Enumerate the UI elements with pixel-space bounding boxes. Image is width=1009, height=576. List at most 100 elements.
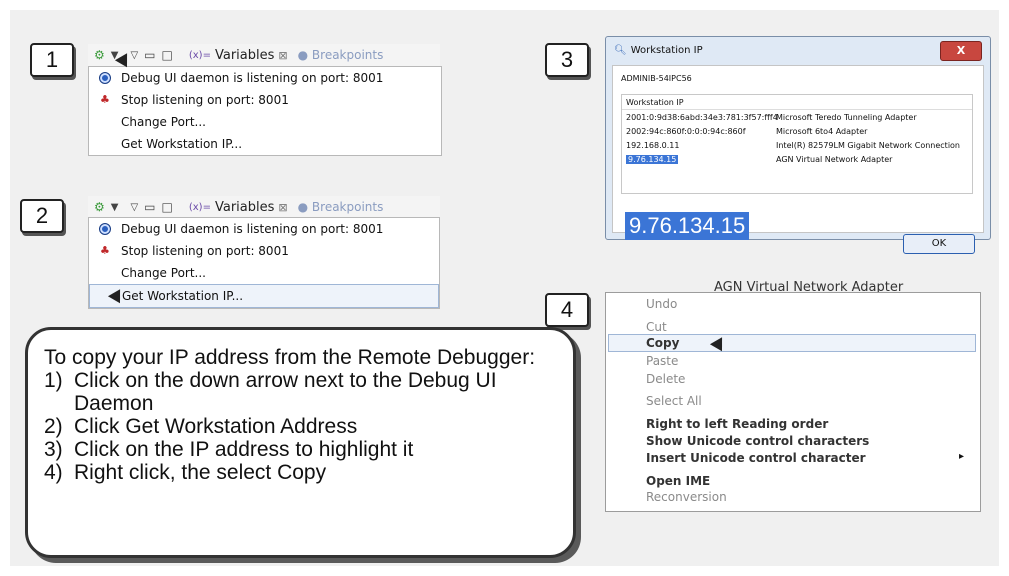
menu-item-change-port[interactable]: Change Port... [89, 262, 439, 284]
adapter-name: Microsoft Teredo Tunneling Adapter [776, 112, 917, 122]
tab-breakpoints-label: Breakpoints [311, 48, 384, 62]
menu-item-rtl-reading-order[interactable]: Right to left Reading order [646, 417, 828, 431]
ip-value: 2002:94c:860f:0:0:0:94c:860f [626, 126, 746, 136]
menu-item-daemon-status[interactable]: Debug UI daemon is listening on port: 80… [89, 67, 441, 89]
menu-item-label: Get Workstation IP... [122, 289, 244, 303]
breakpoints-icon: ● [297, 48, 309, 62]
step-number: 2) [44, 415, 63, 438]
workstation-ip-dialog: 🔍︎ Workstation IP X ADMINIB-54IPC56 Work… [605, 36, 991, 254]
menu-item-change-port[interactable]: Change Port... [89, 111, 441, 133]
menu-item-undo[interactable]: Undo [646, 297, 677, 311]
step-number: 4) [44, 461, 63, 484]
instruction-step: 2) Click Get Workstation Address [44, 415, 564, 438]
dialog-title: Workstation IP [630, 44, 703, 56]
panel1-toolbar: ⚙ ▼ ▽ ▭ □ (x)= Variables ⊠ ● Breakpoints [88, 44, 440, 66]
view-menu-icon[interactable]: ▽ [130, 202, 138, 213]
maximize-icon[interactable]: □ [162, 48, 173, 62]
menu-item-stop-listening[interactable]: ♣ Stop listening on port: 8001 [89, 240, 439, 262]
menu-item-open-ime[interactable]: Open IME [646, 474, 710, 488]
variables-icon: (x)= [188, 201, 211, 213]
instruction-step: 1) Click on the down arrow next to the De… [44, 369, 564, 415]
instructions-intro: To copy your IP address from the Remote … [44, 346, 536, 369]
dialog-titlebar: 🔍︎ Workstation IP [606, 37, 990, 63]
step-4-badge: 4 [545, 293, 589, 327]
dialog-body: ADMINIB-54IPC56 Workstation IP 2001:0:9d… [612, 65, 984, 254]
menu-item-label: Change Port... [121, 115, 206, 129]
adapter-name: AGN Virtual Network Adapter [776, 154, 893, 164]
variables-icon: (x)= [188, 49, 211, 61]
menu-item-delete[interactable]: Delete [646, 372, 685, 386]
menu-item-daemon-status[interactable]: Debug UI daemon is listening on port: 80… [89, 218, 439, 240]
menu-item-copy[interactable]: Copy [646, 336, 679, 350]
tab-breakpoints-label: Breakpoints [311, 200, 384, 214]
step-1-badge: 1 [30, 43, 74, 77]
hostname-label: ADMINIB-54IPC56 [621, 74, 692, 83]
breakpoints-icon: ● [297, 200, 309, 214]
tab-variables[interactable]: (x)= Variables ⊠ [183, 200, 294, 215]
menu-item-paste[interactable]: Paste [646, 354, 678, 368]
ip-table-row-selected[interactable]: 9.76.134.15 AGN Virtual Network Adapter [622, 152, 972, 166]
ip-table: Workstation IP 2001:0:9d38:6abd:34e3:781… [621, 94, 973, 194]
tab-variables[interactable]: (x)= Variables ⊠ [183, 48, 294, 63]
menu-item-label: Debug UI daemon is listening on port: 80… [121, 71, 384, 85]
ip-table-header-label: Workstation IP [626, 97, 684, 107]
close-icon[interactable]: ⊠ [278, 201, 287, 214]
ok-button[interactable]: OK [903, 234, 975, 254]
submenu-arrow-icon: ▸ [958, 451, 964, 462]
connect-icon[interactable]: ⚙ [94, 48, 105, 62]
menu-item-label: Change Port... [121, 266, 206, 280]
adapter-name: Intel(R) 82579LM Gigabit Network Connect… [776, 140, 960, 150]
step-3-badge: 3 [545, 43, 589, 77]
tab-variables-label: Variables [214, 199, 275, 215]
menu-item-reconversion[interactable]: Reconversion [646, 490, 727, 504]
menu-item-label: Debug UI daemon is listening on port: 80… [121, 222, 384, 236]
step-2-badge: 2 [20, 199, 64, 233]
daemon-icon [99, 72, 111, 84]
menu-item-label: Stop listening on port: 8001 [121, 244, 289, 258]
ip-value: 2001:0:9d38:6abd:34e3:781:3f57:fff4 [626, 112, 778, 122]
instructions-callout: To copy your IP address from the Remote … [25, 327, 576, 558]
minimize-icon[interactable]: ▭ [144, 200, 155, 214]
maximize-icon[interactable]: □ [162, 200, 173, 214]
step-text: Click on the down arrow next to the Debu… [74, 369, 497, 415]
step-number: 3) [44, 438, 63, 461]
instruction-step: 3) Click on the IP address to highlight i… [44, 438, 564, 461]
minimize-icon[interactable]: ▭ [144, 48, 155, 62]
step-text: Click on the IP address to highlight it [74, 438, 414, 461]
stop-icon: ♣ [100, 93, 110, 106]
adapter-name: Microsoft 6to4 Adapter [776, 126, 868, 136]
dropdown-arrow-icon[interactable]: ▼ [111, 202, 119, 213]
panel2-dropdown-menu: Debug UI daemon is listening on port: 80… [88, 217, 440, 309]
tab-breakpoints[interactable]: ● Breakpoints [298, 200, 384, 214]
menu-item-show-unicode[interactable]: Show Unicode control characters [646, 434, 869, 448]
ip-value: 192.168.0.11 [626, 140, 680, 150]
instruction-step: 4) Right click, the select Copy [44, 461, 564, 484]
instructions-text: To copy your IP address from the Remote … [44, 346, 564, 484]
menu-item-select-all[interactable]: Select All [646, 394, 702, 408]
search-icon: 🔍︎ [614, 44, 627, 56]
menu-item-stop-listening[interactable]: ♣ Stop listening on port: 8001 [89, 89, 441, 111]
ip-table-row[interactable]: 2001:0:9d38:6abd:34e3:781:3f57:fff4 Micr… [622, 110, 972, 124]
ip-value-selected[interactable]: 9.76.134.15 [626, 154, 679, 164]
ip-table-row[interactable]: 192.168.0.11 Intel(R) 82579LM Gigabit Ne… [622, 138, 972, 152]
zoomed-ip-highlight[interactable]: 9.76.134.15 [625, 212, 750, 240]
tab-breakpoints[interactable]: ● Breakpoints [298, 48, 384, 62]
close-icon[interactable]: ⊠ [278, 49, 287, 62]
menu-item-cut[interactable]: Cut [646, 320, 667, 334]
step-text: Click Get Workstation Address [74, 415, 358, 438]
menu-item-get-workstation-ip[interactable]: Get Workstation IP... [89, 284, 439, 308]
panel1-dropdown-menu: Debug UI daemon is listening on port: 80… [88, 66, 442, 156]
daemon-icon [99, 223, 111, 235]
tab-variables-label: Variables [214, 47, 275, 63]
ip-table-row[interactable]: 2002:94c:860f:0:0:0:94c:860f Microsoft 6… [622, 124, 972, 138]
view-menu-icon[interactable]: ▽ [130, 50, 138, 61]
dialog-close-button[interactable]: X [940, 41, 982, 61]
connect-icon[interactable]: ⚙ [94, 200, 105, 214]
step-text: Right click, the select Copy [74, 461, 327, 484]
stop-icon: ♣ [100, 244, 110, 257]
menu-item-get-workstation-ip[interactable]: Get Workstation IP... [89, 133, 441, 155]
menu-item-label: Stop listening on port: 8001 [121, 93, 289, 107]
menu-item-insert-unicode[interactable]: Insert Unicode control character [646, 451, 866, 465]
menu-item-label: Get Workstation IP... [121, 137, 243, 151]
panel2-toolbar: ⚙ ▼ ▽ ▭ □ (x)= Variables ⊠ ● Breakpoints [88, 196, 440, 218]
